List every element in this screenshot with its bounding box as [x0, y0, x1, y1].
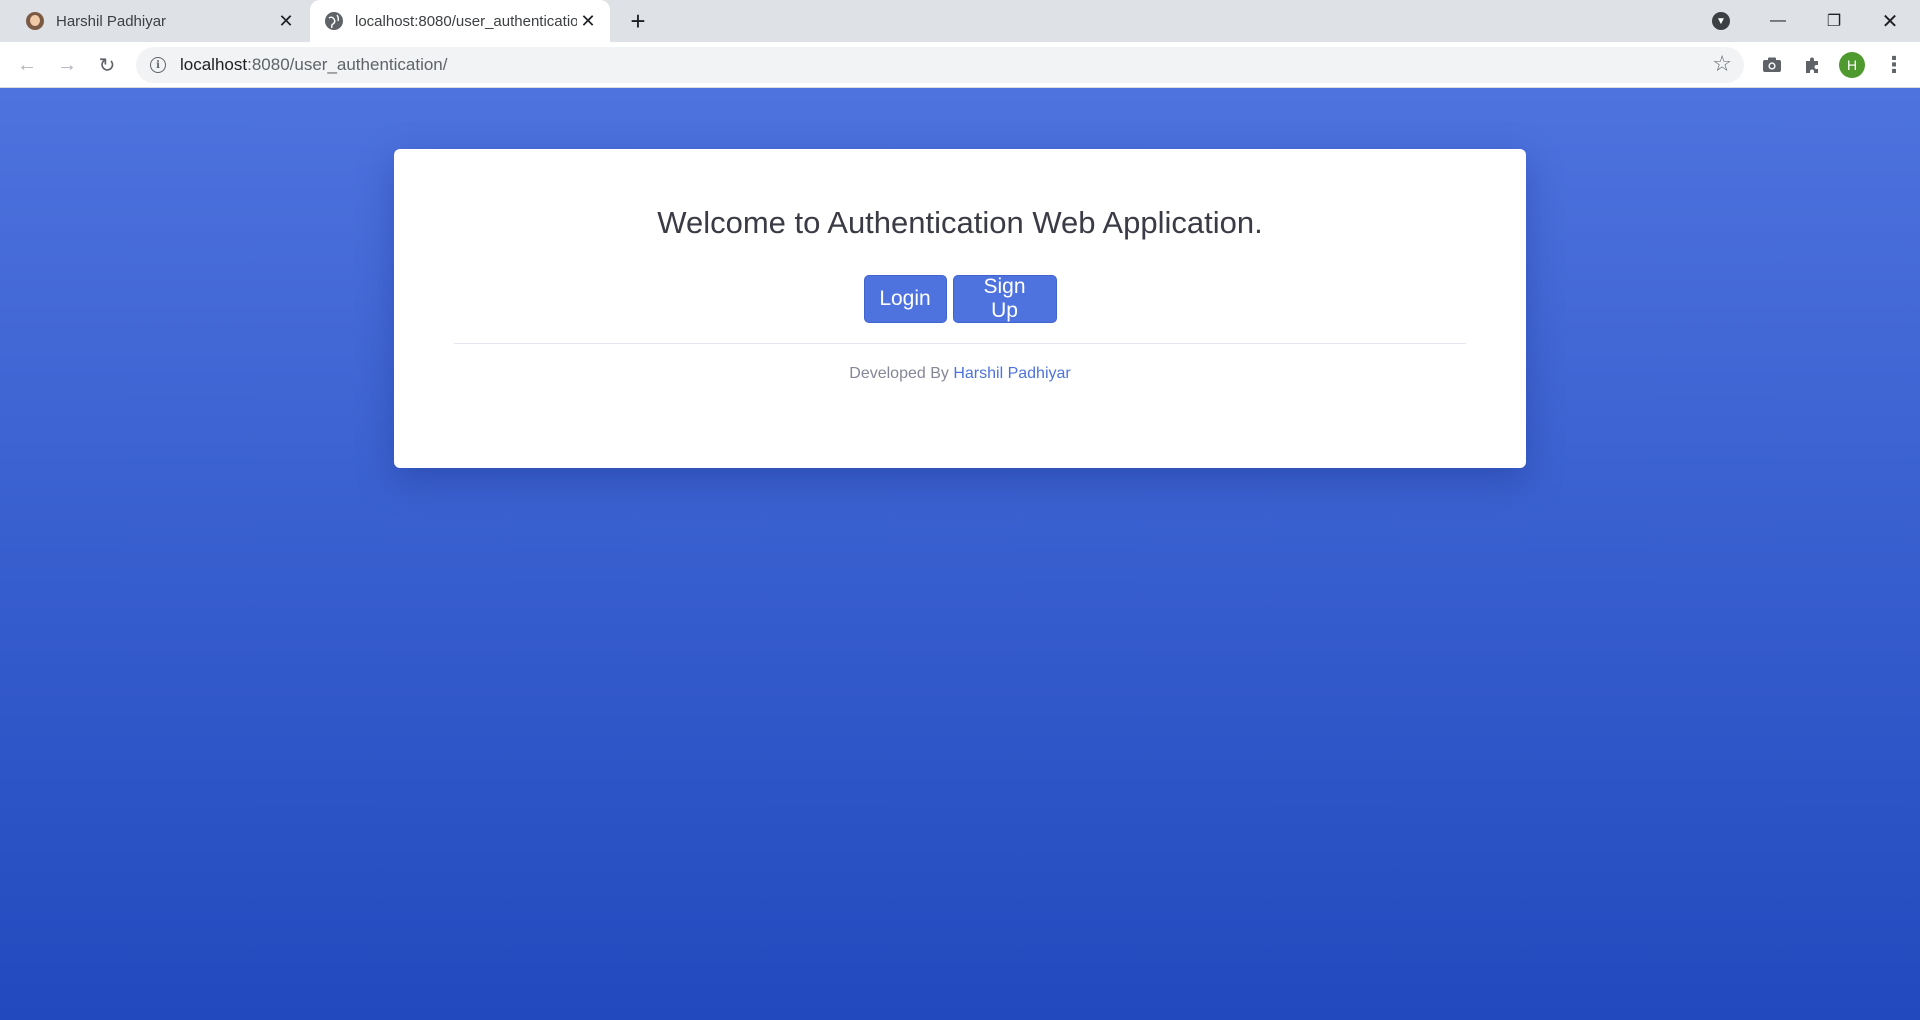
- url-text[interactable]: localhost:8080/user_authentication/: [180, 55, 447, 75]
- minimize-icon[interactable]: —: [1750, 0, 1806, 42]
- footer-prefix: Developed By: [849, 365, 949, 382]
- tab-search-chevron-icon[interactable]: ▼: [1712, 12, 1730, 30]
- puzzle-icon[interactable]: [1798, 51, 1826, 79]
- footer-credit: Developed By Harshil Padhiyar: [394, 365, 1526, 383]
- arrow-left-icon[interactable]: ←: [13, 51, 41, 79]
- page-viewport: Welcome to Authentication Web Applicatio…: [0, 88, 1920, 1020]
- address-bar[interactable]: i localhost:8080/user_authentication/ ☆: [136, 47, 1744, 83]
- new-tab-plus-icon[interactable]: +: [624, 7, 652, 35]
- reload-icon[interactable]: ↻: [93, 51, 121, 79]
- author-link[interactable]: Harshil Padhiyar: [953, 365, 1070, 382]
- kebab-menu-icon[interactable]: ⋮: [1880, 51, 1908, 79]
- star-icon[interactable]: ☆: [1712, 53, 1732, 75]
- close-icon[interactable]: ✕: [578, 11, 598, 31]
- tab-localhost[interactable]: localhost:8080/user_authentication/ ✕: [310, 0, 610, 42]
- arrow-right-icon[interactable]: →: [53, 51, 81, 79]
- close-icon[interactable]: ✕: [276, 11, 296, 31]
- info-icon[interactable]: i: [150, 57, 166, 73]
- restore-icon[interactable]: ❐: [1806, 0, 1862, 42]
- login-button[interactable]: Login: [863, 275, 947, 323]
- camera-icon[interactable]: [1758, 51, 1786, 79]
- window-close-icon[interactable]: ✕: [1862, 0, 1918, 42]
- tab-strip: Harshil Padhiyar ✕ localhost:8080/user_a…: [0, 0, 1920, 42]
- tab-title: localhost:8080/user_authentication/: [355, 12, 577, 30]
- action-buttons: Login Sign Up: [394, 275, 1526, 323]
- globe-icon: [325, 12, 343, 30]
- profile-avatar[interactable]: H: [1839, 52, 1865, 78]
- browser-toolbar: ← → ↻ i localhost:8080/user_authenticati…: [0, 42, 1920, 88]
- tab-harshil-padhiyar[interactable]: Harshil Padhiyar ✕: [0, 0, 308, 42]
- divider: [454, 343, 1466, 344]
- avatar-favicon-icon: [26, 12, 44, 30]
- page-title: Welcome to Authentication Web Applicatio…: [657, 205, 1263, 240]
- welcome-card: Welcome to Authentication Web Applicatio…: [394, 149, 1526, 468]
- tab-title: Harshil Padhiyar: [56, 12, 167, 30]
- signup-button[interactable]: Sign Up: [952, 275, 1057, 323]
